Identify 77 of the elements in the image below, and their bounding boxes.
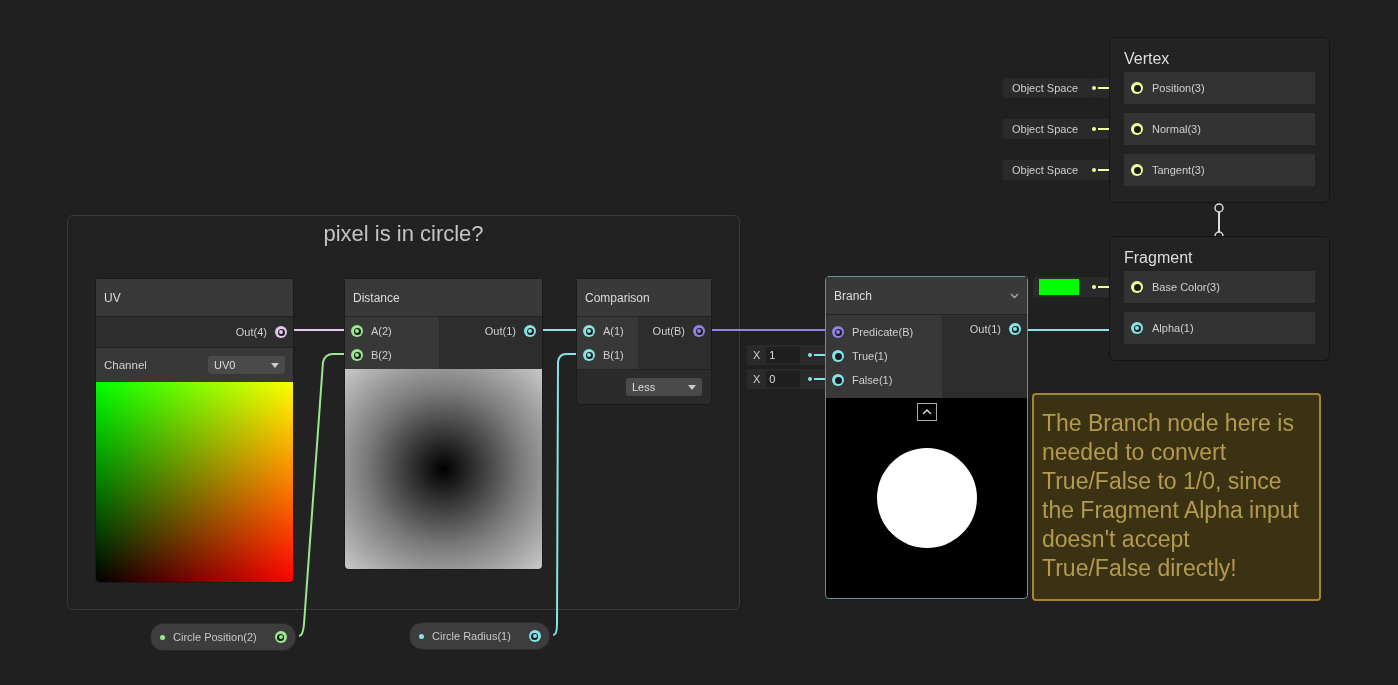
port-label: False(1) <box>852 374 893 386</box>
port-label: Out(1) <box>969 323 1001 335</box>
connection-stub-icon <box>1091 126 1109 132</box>
port-label: True(1) <box>852 350 888 362</box>
port-icon[interactable] <box>1131 164 1143 176</box>
port-label: Out(B) <box>652 325 685 337</box>
node-header[interactable]: Comparison <box>577 279 711 317</box>
port-icon[interactable] <box>274 631 287 643</box>
node-card[interactable]: Branch Predicate(B) True(1) False(1) Out(1) <box>825 276 1028 599</box>
dropdown-arrow-icon <box>688 384 696 390</box>
space-dropdown[interactable]: Object Space <box>1003 160 1091 180</box>
port-label: Out(1) <box>484 325 516 337</box>
field-label: Channel <box>104 359 147 371</box>
channel-dropdown[interactable]: UV0 <box>208 356 285 374</box>
port-icon[interactable] <box>583 349 595 361</box>
port-label: Predicate(B) <box>852 326 914 338</box>
block-title: Vertex <box>1124 49 1171 69</box>
node-title: UV <box>104 290 121 305</box>
sticky-note[interactable]: The Branch node here is needed to convert True/False to 1/0, since the Fragment Alpha input doesn't accept True/False directly! <box>1032 393 1321 601</box>
space-dropdown[interactable]: Object Space <box>1003 119 1091 139</box>
port-label: Base Color(3) <box>1152 281 1220 293</box>
port-label: B(1) <box>603 349 624 361</box>
node-header[interactable]: Distance <box>345 279 542 317</box>
connection-wire[interactable] <box>293 329 345 331</box>
port-label: A(2) <box>371 325 392 337</box>
axis-label: X <box>753 349 761 361</box>
port-icon[interactable] <box>1131 281 1143 293</box>
vector-field[interactable]: X 1 <box>747 345 807 365</box>
node-title: Comparison <box>585 290 650 305</box>
node-card[interactable]: UV Out(4) Channel UV0 <box>95 278 294 583</box>
node-title: Branch <box>834 288 873 303</box>
port-icon[interactable] <box>832 350 844 362</box>
port-label: A(1) <box>603 325 624 337</box>
vector-field[interactable]: X 0 <box>747 369 807 389</box>
port-icon[interactable] <box>1131 82 1143 94</box>
property-pill[interactable]: Circle Position(2) <box>150 623 296 651</box>
node-header[interactable]: Branch <box>826 277 1027 315</box>
dropdown-arrow-icon <box>271 362 279 368</box>
port-icon[interactable] <box>524 325 536 337</box>
port-icon[interactable] <box>1009 323 1021 335</box>
color-swatch[interactable] <box>1039 279 1079 295</box>
port-label: Normal(3) <box>1152 123 1201 135</box>
connection-stub-icon <box>1091 85 1109 91</box>
node-title: Distance <box>353 290 400 305</box>
port-icon[interactable] <box>351 349 363 361</box>
connection-stub-icon <box>807 352 825 358</box>
port-icon[interactable] <box>1131 123 1143 135</box>
axis-label: X <box>753 373 761 385</box>
block-title: Fragment <box>1124 248 1194 268</box>
property-label: Circle Position(2) <box>173 631 257 643</box>
property-label: Circle Radius(1) <box>432 630 511 642</box>
group-title: pixel is in circle? <box>323 221 484 248</box>
space-dropdown[interactable]: Object Space <box>1003 78 1091 98</box>
collapse-icon[interactable] <box>917 403 937 421</box>
node-header[interactable]: UV <box>96 279 293 317</box>
node-card[interactable]: Distance A(2) B(2) Out(1) <box>344 278 543 570</box>
port-label: Tangent(3) <box>1152 164 1205 176</box>
port-icon[interactable] <box>275 326 287 338</box>
port-icon[interactable] <box>583 325 595 337</box>
node-card[interactable]: Comparison A(1) B(1) Out(B) Less <box>576 278 712 405</box>
port-label: Position(3) <box>1152 82 1205 94</box>
connection-stub-icon <box>1091 284 1109 290</box>
port-icon[interactable] <box>351 325 363 337</box>
port-icon[interactable] <box>528 630 541 642</box>
property-pill[interactable]: Circle Radius(1) <box>409 622 550 650</box>
port-icon[interactable] <box>832 374 844 386</box>
mode-dropdown[interactable]: Less <box>626 378 702 396</box>
port-icon[interactable] <box>1131 322 1143 334</box>
port-label: Out(4) <box>235 326 267 338</box>
value-input[interactable]: 0 <box>766 371 801 387</box>
connection-stub-icon <box>1091 167 1109 173</box>
port-label: Alpha(1) <box>1152 322 1194 334</box>
port-label: B(2) <box>371 349 392 361</box>
value-input[interactable]: 1 <box>766 347 801 363</box>
group-frame[interactable]: pixel is in circle? UV Out(4) Channel UV0 Distance A(2) B(2) Out(1) Comparison A(1) B(1) Out(B) Less <box>67 215 740 610</box>
connection-stub-icon <box>807 376 825 382</box>
chevron-down-icon[interactable] <box>1010 292 1019 299</box>
